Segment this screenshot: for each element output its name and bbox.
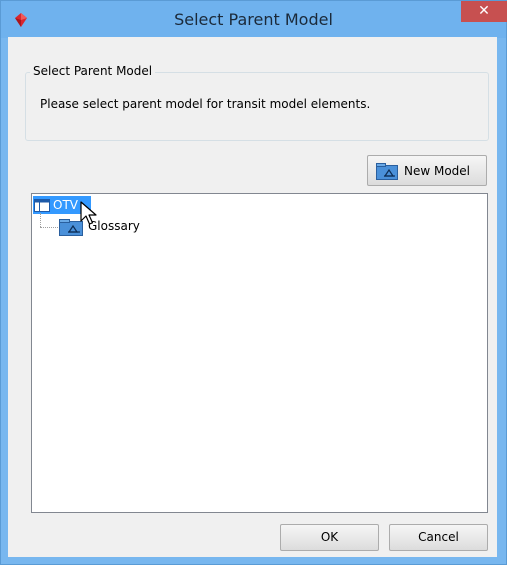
title-bar[interactable]: Select Parent Model ✕ xyxy=(1,1,507,38)
model-tree[interactable] xyxy=(31,193,488,513)
model-package-icon xyxy=(376,163,398,180)
tree-node-otv-label: OTV xyxy=(53,198,78,212)
tree-connector-horizontal xyxy=(40,227,58,228)
dialog-title: Select Parent Model xyxy=(174,10,333,29)
instruction-text: Please select parent model for transit m… xyxy=(40,97,371,111)
mouse-pointer-icon xyxy=(80,201,97,225)
ok-button[interactable]: OK xyxy=(280,524,379,551)
cancel-button[interactable]: Cancel xyxy=(389,524,488,551)
project-icon xyxy=(34,199,50,212)
new-model-label: New Model xyxy=(404,164,471,178)
close-button[interactable]: ✕ xyxy=(461,1,507,22)
new-model-button[interactable]: New Model xyxy=(367,155,487,186)
tree-connector-vertical xyxy=(40,213,41,227)
group-legend: Select Parent Model xyxy=(30,64,156,78)
